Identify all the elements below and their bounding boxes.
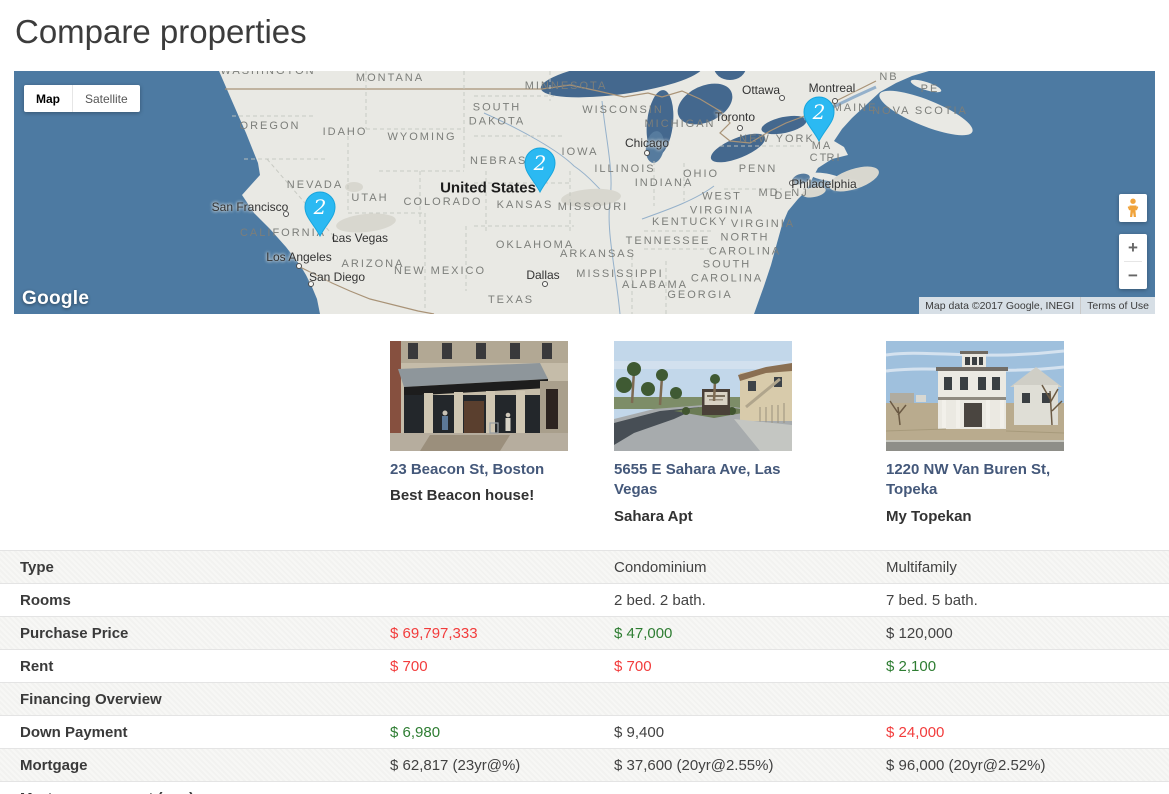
property-address-link[interactable]: 23 Beacon St, Boston: [390, 460, 578, 480]
row-label: Rent: [0, 658, 390, 675]
map-attribution: Map data ©2017 Google, INEGI Terms of Us…: [919, 297, 1155, 314]
property-photo-boston[interactable]: [390, 341, 568, 451]
map-marker[interactable]: 2: [802, 96, 836, 142]
property-address-link[interactable]: 5655 E Sahara Ave, Las Vegas: [614, 460, 802, 501]
svg-text:2: 2: [812, 100, 826, 124]
svg-text:2: 2: [313, 195, 327, 219]
page-title: Compare properties: [0, 0, 1169, 51]
table-section-row: Financing Overview: [0, 682, 1169, 715]
row-label: Mortgage payment (mo.): [0, 790, 390, 794]
table-cell: 2 bed. 2 bath.: [614, 592, 886, 609]
table-cell: Condominium: [614, 559, 886, 576]
table-cell: 7 bed. 5 bath.: [886, 592, 1169, 609]
property-card: 23 Beacon St, Boston Best Beacon house!: [390, 341, 614, 550]
table-cell: Multifamily: [886, 559, 1169, 576]
row-label: Financing Overview: [0, 691, 390, 708]
map[interactable]: WASHINGTONMONTANAMINNESOTASOUTH DAKOTAWI…: [14, 71, 1155, 314]
row-label: Type: [0, 559, 390, 576]
row-label: Down Payment: [0, 724, 390, 741]
google-logo[interactable]: Google: [22, 288, 89, 310]
row-label: Rooms: [0, 592, 390, 609]
property-nickname: My Topekan: [886, 508, 1169, 525]
svg-text:2: 2: [533, 151, 547, 175]
table-cell: $ 47,000: [614, 625, 886, 642]
table-cell: $ 6,980: [390, 724, 614, 741]
map-data-attribution: Map data ©2017 Google, INEGI: [919, 297, 1080, 314]
table-cell: $ 69,797,333: [390, 625, 614, 642]
table-row: Down Payment$ 6,980$ 9,400$ 24,000: [0, 715, 1169, 748]
property-cards: 23 Beacon St, Boston Best Beacon house!: [390, 341, 1169, 550]
table-row: Rent$ 700$ 700$ 2,100: [0, 649, 1169, 682]
pegman-icon: [1125, 198, 1141, 218]
row-label: Purchase Price: [0, 625, 390, 642]
street-view-pegman-button[interactable]: [1119, 194, 1147, 222]
compare-properties-page: Compare properties: [0, 0, 1169, 794]
map-marker[interactable]: 2: [303, 191, 337, 237]
table-cell: $ 700: [390, 658, 614, 675]
table-row: Type CondominiumMultifamily: [0, 550, 1169, 583]
property-nickname: Best Beacon house!: [390, 487, 614, 504]
table-row: Rooms 2 bed. 2 bath.7 bed. 5 bath.: [0, 583, 1169, 616]
map-view-button[interactable]: Map: [24, 85, 72, 112]
property-card: 5655 E Sahara Ave, Las Vegas Sahara Apt: [614, 341, 886, 550]
table-cell: $ 37,600 (20yr@2.55%): [614, 757, 886, 774]
table-row: Purchase Price$ 69,797,333$ 47,000$ 120,…: [0, 616, 1169, 649]
satellite-view-button[interactable]: Satellite: [73, 85, 140, 112]
table-row: Mortgage$ 62,817 (23yr@%)$ 37,600 (20yr@…: [0, 748, 1169, 781]
map-type-control: Map Satellite: [24, 85, 140, 112]
table-cell: $ 700: [614, 658, 886, 675]
table-cell: $ 9,400: [614, 724, 886, 741]
table-row: Mortgage payment (mo.): [0, 781, 1169, 794]
property-address-link[interactable]: 1220 NW Van Buren St, Topeka: [886, 460, 1074, 501]
row-label: Mortgage: [0, 757, 390, 774]
map-marker[interactable]: 2: [523, 147, 557, 193]
table-cell: $ 24,000: [886, 724, 1169, 741]
property-photo-topeka[interactable]: [886, 341, 1064, 451]
table-cell: $ 96,000 (20yr@2.52%): [886, 757, 1169, 774]
map-canvas: [14, 71, 1155, 314]
table-cell: $ 120,000: [886, 625, 1169, 642]
zoom-control: + −: [1119, 234, 1147, 289]
zoom-in-button[interactable]: +: [1119, 234, 1147, 261]
compare-table: Type CondominiumMultifamily Rooms 2 bed. 2 …: [0, 550, 1169, 794]
zoom-out-button[interactable]: −: [1119, 262, 1147, 289]
property-card: 1220 NW Van Buren St, Topeka My Topekan: [886, 341, 1169, 550]
table-cell: $ 62,817 (23yr@%): [390, 757, 614, 774]
property-nickname: Sahara Apt: [614, 508, 886, 525]
property-photo-las-vegas[interactable]: [614, 341, 792, 451]
table-cell: $ 2,100: [886, 658, 1169, 675]
terms-of-use-link[interactable]: Terms of Use: [1081, 297, 1155, 314]
